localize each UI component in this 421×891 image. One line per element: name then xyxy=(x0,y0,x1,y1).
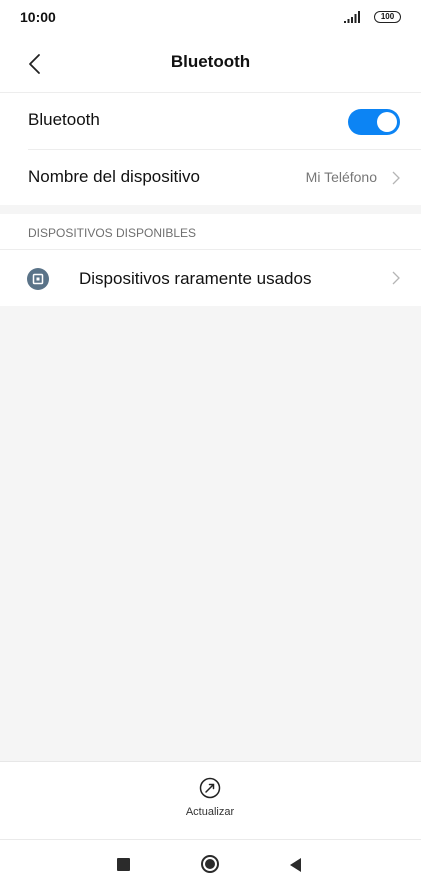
app-bar: Bluetooth xyxy=(0,36,421,92)
refresh-icon xyxy=(199,777,221,799)
signal-icon xyxy=(344,11,360,23)
bluetooth-toggle-row[interactable]: Bluetooth xyxy=(0,93,421,149)
bluetooth-label: Bluetooth xyxy=(28,110,100,129)
recents-square-icon[interactable] xyxy=(117,858,130,871)
bluetooth-toggle[interactable] xyxy=(348,109,400,135)
rarely-used-devices-label: Dispositivos raramente usados xyxy=(79,269,312,288)
home-circle-icon[interactable] xyxy=(201,855,219,873)
back-triangle-icon[interactable] xyxy=(289,857,303,873)
chevron-right-icon xyxy=(392,271,400,285)
refresh-button[interactable]: Actualizar xyxy=(160,776,260,834)
page-title: Bluetooth xyxy=(170,52,251,71)
list-item[interactable]: Dispositivos raramente usados xyxy=(0,250,421,306)
section-header: DISPOSITIVOS DISPONIBLES xyxy=(28,226,197,240)
bottom-action-bar: Actualizar xyxy=(0,761,421,840)
home-dot xyxy=(205,859,215,869)
toggle-knob xyxy=(377,112,397,132)
device-name-value: Mi Teléfono xyxy=(305,169,377,185)
device-name-row[interactable]: Nombre del dispositivo Mi Teléfono xyxy=(0,150,421,206)
status-time: 10:00 xyxy=(20,9,56,25)
status-bar: 10:00 100 xyxy=(0,0,421,36)
navigation-bar xyxy=(0,839,421,891)
refresh-label: Actualizar xyxy=(185,806,235,818)
available-devices-section: DISPOSITIVOS DISPONIBLES Dispositivos ra… xyxy=(0,214,421,306)
chevron-right-icon xyxy=(392,171,400,185)
battery-icon: 100 xyxy=(374,11,401,23)
device-name-label: Nombre del dispositivo xyxy=(28,167,200,186)
device-icon xyxy=(27,268,49,290)
settings-card: Bluetooth Nombre del dispositivo Mi Telé… xyxy=(0,92,421,205)
